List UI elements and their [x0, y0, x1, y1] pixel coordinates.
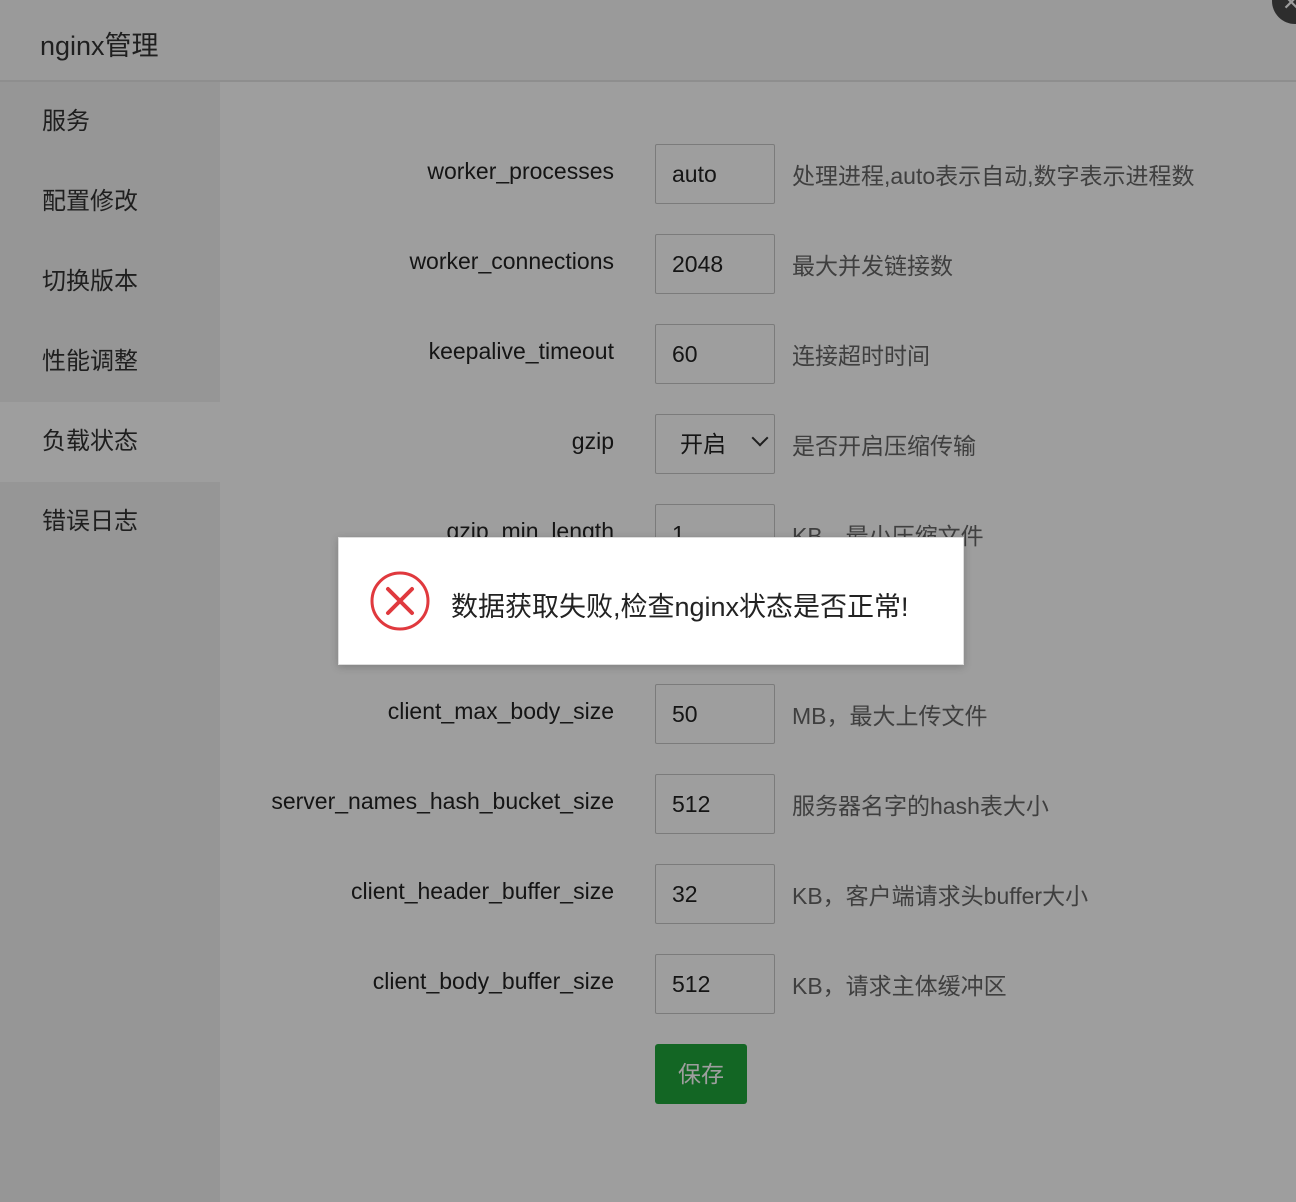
- error-message: 数据获取失败,检查nginx状态是否正常!: [451, 592, 909, 622]
- error-icon: [370, 571, 430, 631]
- error-dialog: 数据获取失败,检查nginx状态是否正常!: [338, 537, 964, 665]
